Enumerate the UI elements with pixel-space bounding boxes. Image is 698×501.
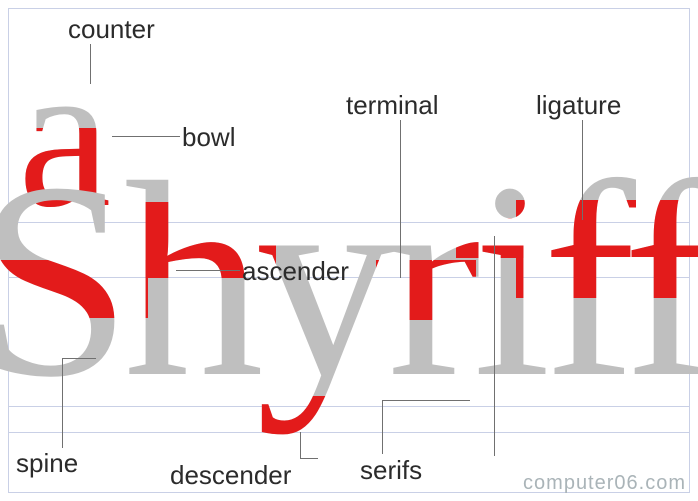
glyph-word: Shyriff Shyriff Shyriff Shyriff Shyriff …	[0, 140, 698, 420]
leader-descender-h	[300, 458, 318, 459]
leader-serifs-h	[382, 400, 470, 401]
leader-serifs-v	[382, 400, 383, 454]
red-ligature: Shyriff	[516, 200, 698, 298]
red-descender: Shyriff	[244, 396, 394, 420]
leader-bowl	[112, 136, 180, 137]
leader-spine-h	[62, 358, 96, 359]
leader-ascender	[176, 270, 240, 271]
typography-anatomy-diagram: a a Shyriff Shyriff Shyriff Shyriff Shyr…	[0, 0, 698, 501]
label-counter: counter	[68, 14, 155, 45]
watermark: computer06.com	[523, 472, 686, 495]
label-ligature: ligature	[536, 90, 621, 121]
leader-tittle	[494, 236, 495, 456]
leader-descender-v	[300, 432, 301, 458]
label-descender: descender	[170, 460, 291, 491]
leader-terminal	[400, 120, 401, 278]
leader-counter	[90, 44, 91, 84]
label-bowl: bowl	[182, 122, 235, 153]
red-serifs: Shyriff	[456, 385, 526, 413]
leader-ligature	[582, 120, 583, 220]
red-terminal: Shyriff	[376, 260, 476, 320]
label-spine: spine	[16, 448, 78, 479]
label-ascender: ascender	[242, 256, 349, 287]
label-serifs: serifs	[360, 455, 422, 486]
label-terminal: terminal	[346, 90, 438, 121]
leader-spine-v	[62, 358, 63, 448]
